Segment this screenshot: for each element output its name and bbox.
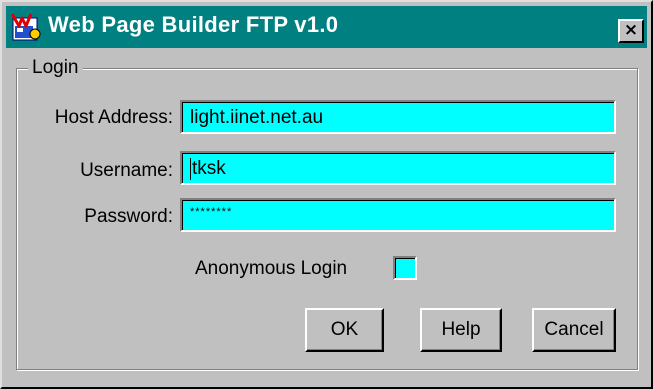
ftp-login-dialog: Web Page Builder FTP v1.0 × Login Host A… [0,0,653,389]
cancel-button[interactable]: Cancel [532,308,616,352]
close-icon: × [623,20,639,40]
host-address-label: Host Address: [54,107,173,128]
host-address-value: light.iinet.net.au [190,107,324,128]
title-bar[interactable]: Web Page Builder FTP v1.0 × [6,6,647,48]
window-title: Web Page Builder FTP v1.0 [48,12,339,37]
username-input[interactable]: tksk [180,151,616,185]
web-page-builder-icon [11,13,41,41]
text-caret [190,158,191,180]
anonymous-login-checkbox[interactable] [393,256,417,280]
close-button[interactable]: × [618,19,644,43]
host-address-input[interactable]: light.iinet.net.au [180,100,616,134]
username-value: tksk [192,158,226,180]
ok-button[interactable]: OK [305,308,384,352]
help-button[interactable]: Help [420,308,502,352]
login-group-label: Login [28,57,83,79]
password-label: Password: [84,206,173,227]
username-label: Username: [80,160,173,181]
anonymous-login-label: Anonymous Login [195,258,348,279]
password-input[interactable]: ******** [180,198,616,232]
password-value: ******** [190,206,233,218]
